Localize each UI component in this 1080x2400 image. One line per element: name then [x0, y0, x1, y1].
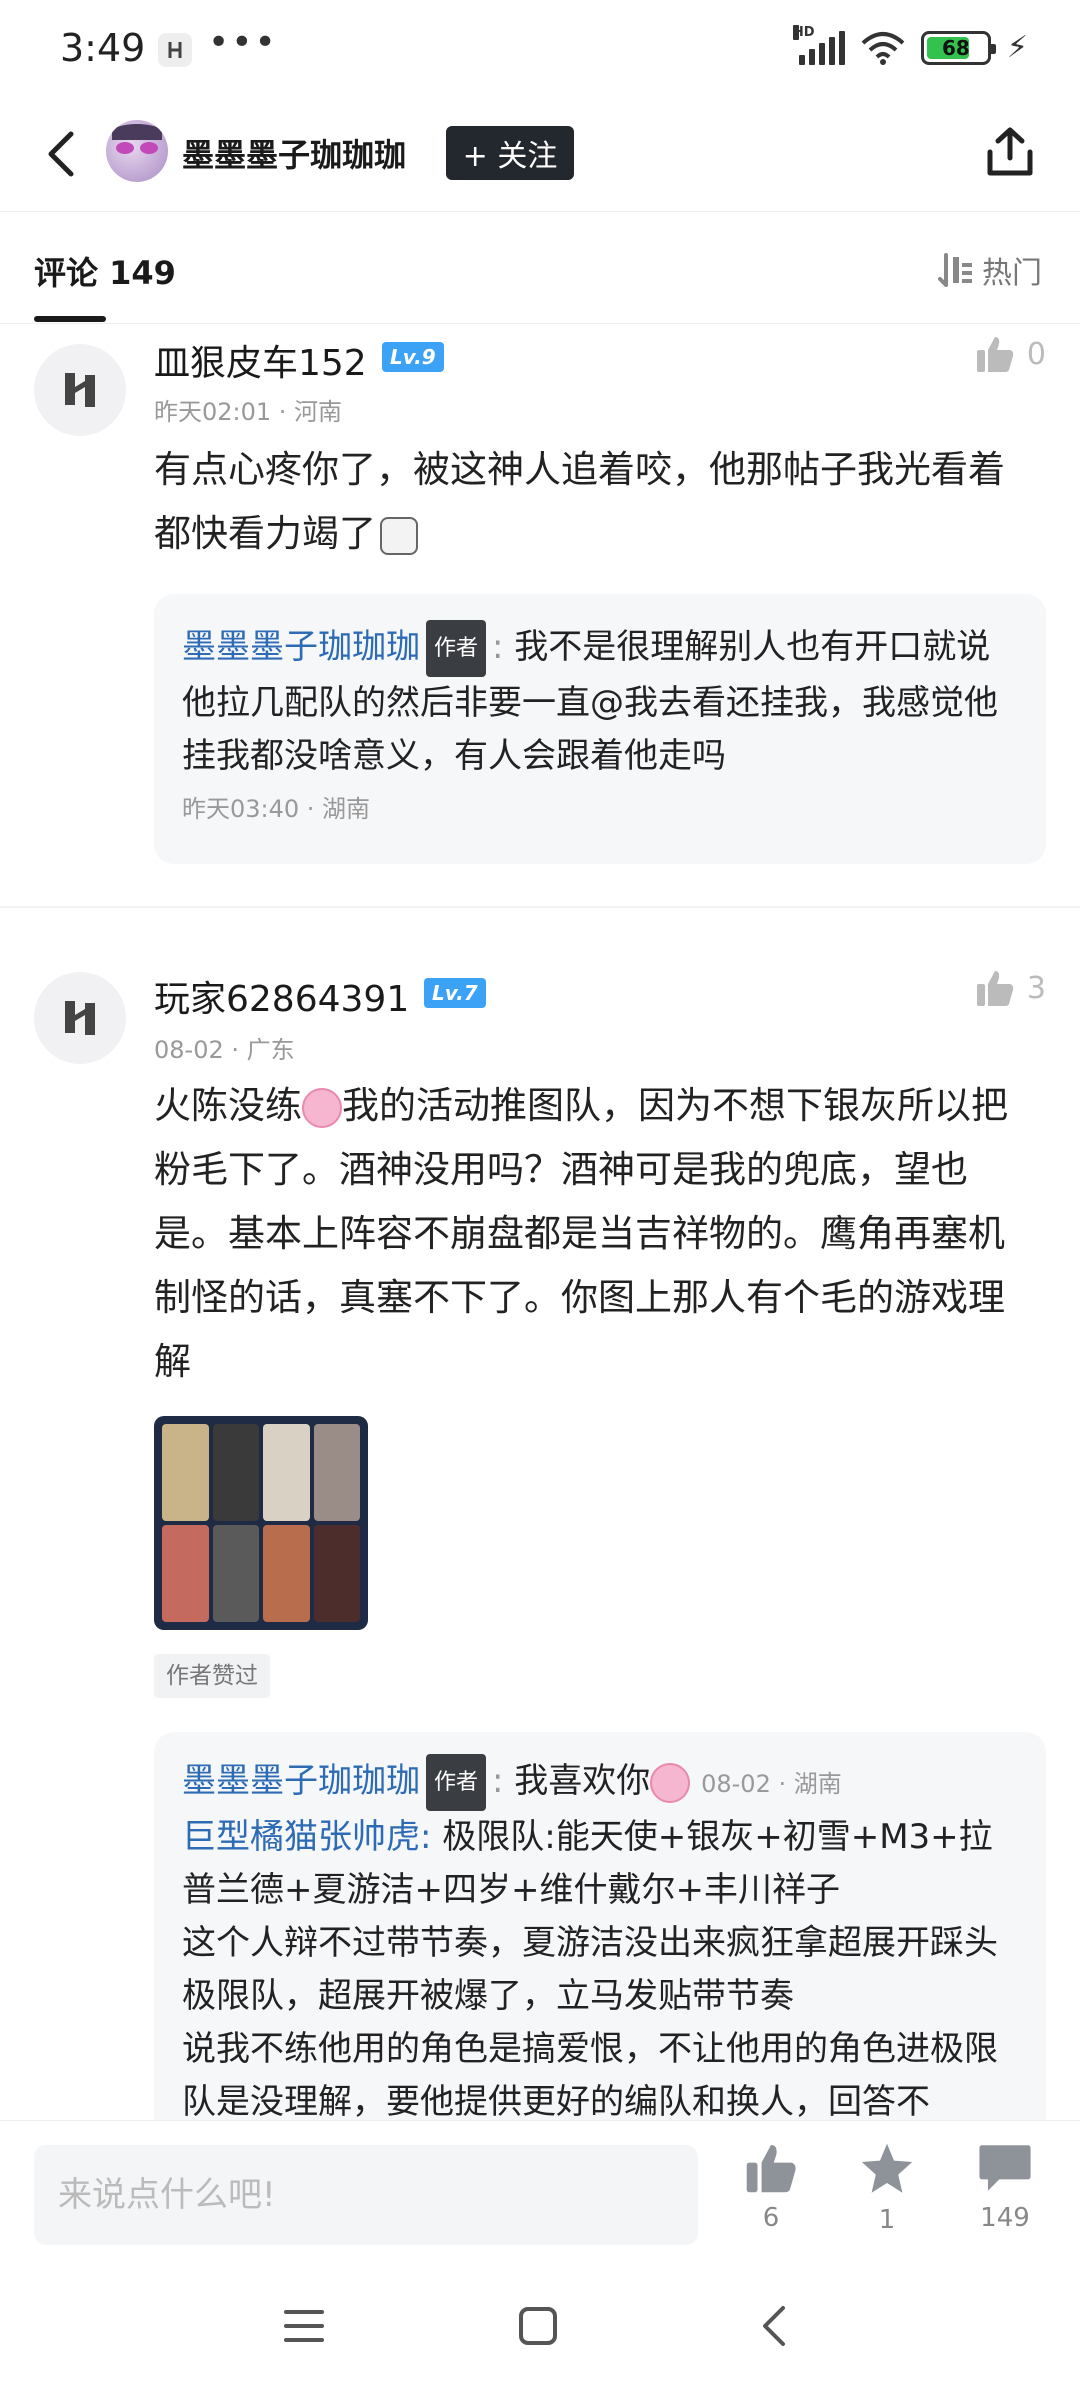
quote-user-name[interactable]: 巨型橘猫张帅虎: [182, 1817, 420, 1857]
back-triangle-icon: [763, 2306, 785, 2346]
default-avatar-icon: [65, 1001, 95, 1035]
comment-icon: [979, 2145, 1031, 2191]
post-like-count: 6: [762, 2203, 780, 2233]
app-notification-icon: [158, 33, 192, 67]
commenter-name[interactable]: 玩家62864391: [154, 970, 409, 1022]
recent-apps-button[interactable]: [274, 2296, 334, 2356]
menu-icon: [284, 2310, 324, 2342]
home-square-icon: [519, 2307, 557, 2345]
level-badge: Lv.7: [424, 978, 486, 1008]
reply-text: 我喜欢你: [514, 1761, 651, 1801]
author-praised-tag: 作者赞过: [154, 1654, 270, 1698]
comment-text-part1: 火陈没练: [154, 1084, 302, 1127]
commenter-avatar[interactable]: [34, 972, 126, 1064]
pig-emoji-icon: [650, 1762, 691, 1803]
like-count: 3: [1026, 970, 1046, 1006]
battery-percent: 68: [942, 35, 970, 60]
comment-item: 玩家62864391 Lv.7 08-02 · 广东 3 火陈没练 我的活动推图队…: [0, 938, 1080, 2120]
reply-meta: 昨天03:40 · 湖南: [182, 795, 371, 823]
commenter-avatar[interactable]: [34, 344, 126, 436]
comment-body: 有点心疼你了，被这神人追着咬，他那帖子我光看着都快看力竭了: [154, 438, 1034, 566]
comment-text-part2: 我的活动推图队，因为不想下银灰所以把粉毛下了。酒神没用吗？酒神可是我的兜底，望也…: [154, 1084, 1008, 1383]
thumbs-up-icon: [976, 337, 1014, 372]
reply-separator: :: [492, 627, 504, 667]
more-notifications-icon: •••: [208, 22, 278, 63]
commenter-name[interactable]: 皿狠皮车152: [154, 334, 367, 386]
reply-author-name[interactable]: 墨墨墨子珈珈珈: [182, 627, 420, 667]
charging-icon: ⚡: [1006, 30, 1028, 65]
signal-icon: HD: [792, 24, 845, 65]
author-reply[interactable]: 墨墨墨子珈珈珈 作者: 我不是很理解别人也有开口就说他拉几配队的然后非要一直@我去…: [154, 594, 1046, 864]
reply-separator: :: [492, 1761, 504, 1801]
comment-meta: 08-02 · 广东: [154, 1036, 295, 1064]
reply-meta: 08-02 · 湖南: [701, 1770, 842, 1798]
pig-emoji-icon: [302, 1087, 342, 1128]
star-icon: [861, 2143, 913, 2193]
comment-count: 149: [980, 2203, 1030, 2233]
battery-icon: 68: [920, 30, 996, 65]
status-indicators: HD 68 ⚡: [792, 24, 1028, 65]
reply-header: 墨墨墨子珈珈珈 作者: 我喜欢你 08-02 · 湖南: [182, 1754, 1018, 1811]
comment-tabs: 评论 149 热门: [0, 212, 1080, 324]
comment-input[interactable]: 来说点什么吧!: [34, 2145, 698, 2245]
favorite-count: 1: [878, 2205, 896, 2235]
reply-author-name[interactable]: 墨墨墨子珈珈珈: [182, 1761, 420, 1801]
comment-meta: 昨天02:01 · 河南: [154, 398, 343, 426]
status-bar: 3:49 ••• HD 68 ⚡: [0, 0, 1080, 100]
quote-separator: :: [420, 1817, 432, 1857]
back-button[interactable]: [30, 124, 90, 184]
share-icon: [987, 127, 1033, 176]
face-emoji-icon: [380, 516, 418, 555]
system-back-button[interactable]: [744, 2296, 804, 2356]
reply-line: 说我不练他用的角色是搞爱恨，不让他用的角色进极限队是没理解，要他提供更好的编队和…: [182, 2029, 998, 2120]
comment-image[interactable]: [154, 1416, 368, 1630]
share-button[interactable]: [980, 122, 1040, 182]
author-name[interactable]: 墨墨墨子珈珈珈: [182, 130, 406, 176]
status-time: 3:49: [60, 26, 146, 70]
post-like-button[interactable]: 6: [716, 2141, 826, 2233]
home-button[interactable]: [508, 2296, 568, 2356]
bottom-action-bar: 来说点什么吧! 6 1 149: [0, 2120, 1080, 2256]
reply-quote: 巨型橘猫张帅虎: 极限队:能天使+银灰+初雪+M3+拉普兰德+夏游洁+四岁+维什…: [182, 1811, 1018, 1917]
default-avatar-icon: [65, 373, 95, 407]
hd-label: HD: [792, 24, 815, 40]
sort-label: 热门: [982, 256, 1042, 291]
author-tag: 作者: [426, 1754, 487, 1811]
sort-icon: [938, 253, 972, 287]
tab-comments[interactable]: 评论 149: [34, 248, 176, 294]
author-reply[interactable]: 墨墨墨子珈珈珈 作者: 我喜欢你 08-02 · 湖南 巨型橘猫张帅虎: 极限队:…: [154, 1732, 1046, 2120]
author-tag: 作者: [426, 620, 487, 677]
comment-item: 皿狠皮车152 Lv.9 昨天02:01 · 河南 0 有点心疼你了，被这神人追…: [0, 324, 1080, 904]
comment-divider: [0, 906, 1080, 908]
favorite-button[interactable]: 1: [832, 2141, 942, 2235]
level-badge: Lv.9: [382, 342, 444, 372]
chevron-left-icon: [48, 131, 74, 177]
comment-text: 有点心疼你了，被这神人追着咬，他那帖子我光看着都快看力竭了: [154, 448, 1005, 555]
like-button[interactable]: 0: [975, 334, 1046, 374]
like-button[interactable]: 3: [975, 968, 1046, 1008]
operator-grid-image: [154, 1416, 368, 1630]
wifi-icon: [861, 31, 905, 65]
thumbs-up-icon: [976, 971, 1014, 1006]
comment-count-button[interactable]: 149: [950, 2141, 1060, 2233]
post-header: 墨墨墨子珈珈珈 + 关注: [0, 100, 1080, 212]
thumbs-up-icon: [746, 2145, 796, 2193]
tab-active-indicator: [34, 316, 106, 322]
like-count: 0: [1026, 336, 1046, 372]
sort-button[interactable]: 热门: [938, 248, 1042, 292]
comment-body: 火陈没练 我的活动推图队，因为不想下银灰所以把粉毛下了。酒神没用吗？酒神可是我的兜…: [154, 1074, 1034, 1394]
reply-content: 墨墨墨子珈珈珈 作者: 我不是很理解别人也有开口就说他拉几配队的然后非要一直@我去…: [182, 620, 1018, 783]
reply-line: 这个人辩不过带节奏，夏游洁没出来疯狂拿超展开踩头极限队，超展开被爆了，立马发贴带…: [182, 1923, 998, 2016]
system-nav-bar: [0, 2256, 1080, 2400]
follow-button[interactable]: + 关注: [446, 126, 574, 180]
author-avatar[interactable]: [106, 120, 168, 182]
